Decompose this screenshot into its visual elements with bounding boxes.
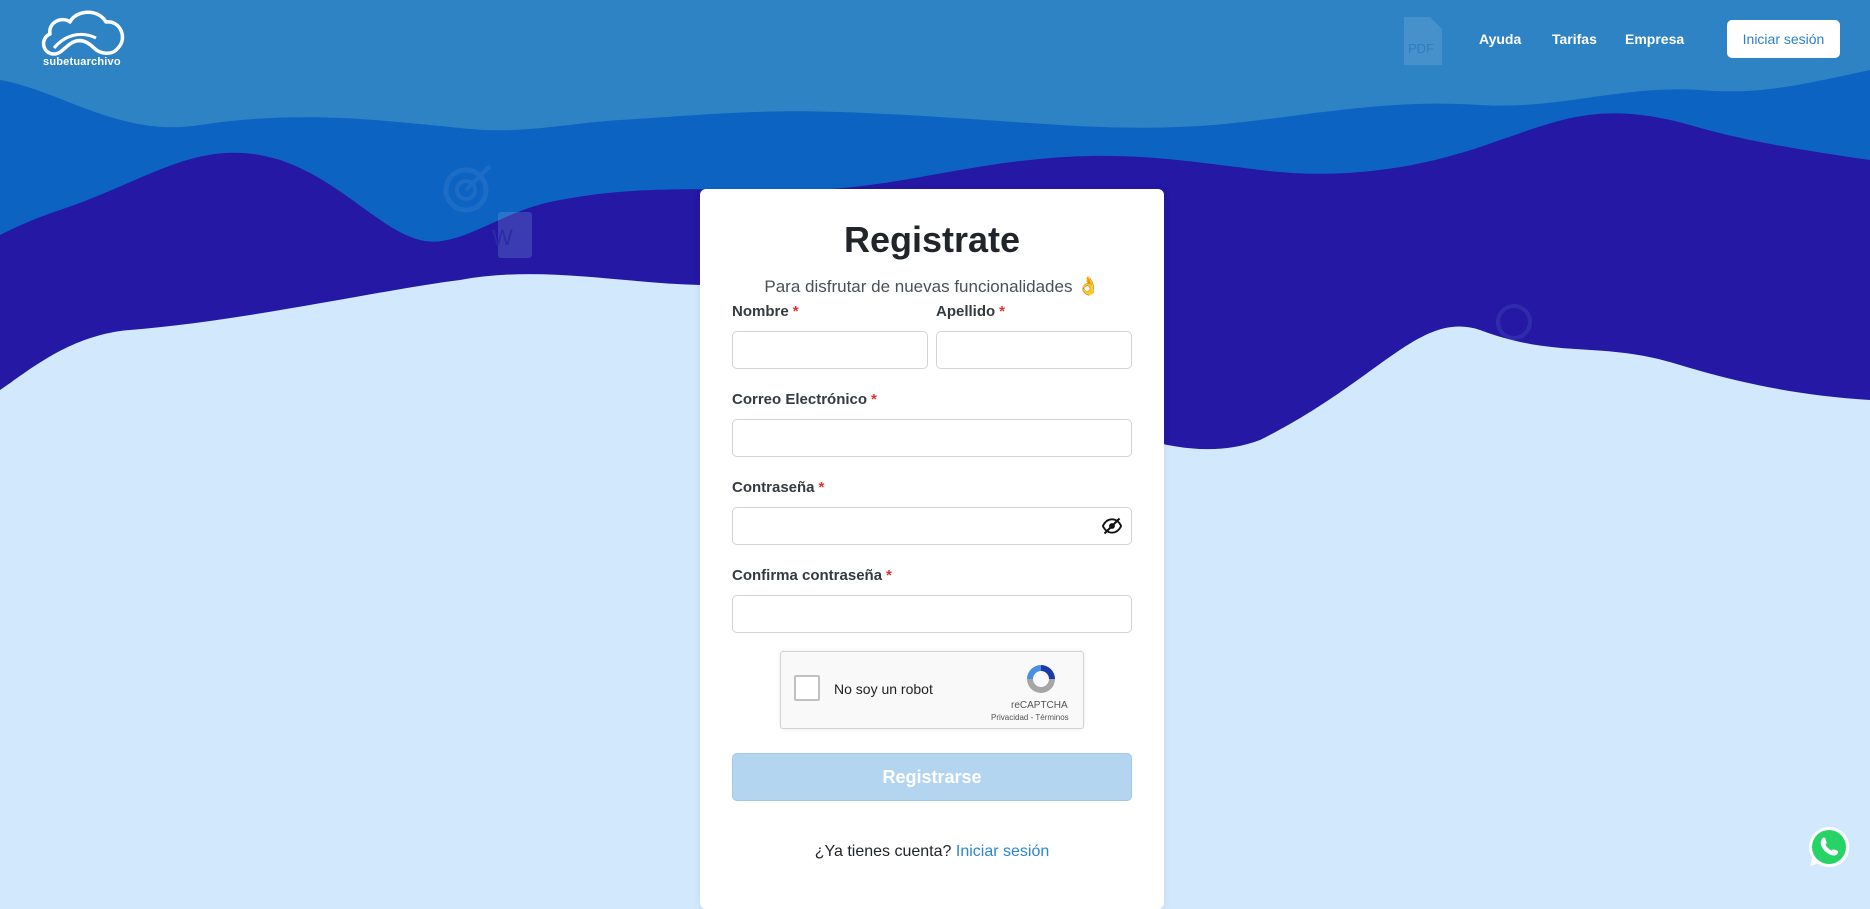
required-mark: * (999, 303, 1006, 320)
register-card: Registrate Para disfrutar de nuevas func… (700, 189, 1164, 909)
correo-label-text: Correo Electrónico (732, 391, 868, 408)
logo-wordmark: subetuarchivo (43, 56, 121, 68)
required-mark: * (792, 303, 799, 320)
ok-hand-icon: 👌 (1077, 276, 1100, 296)
lock-circle-icon (1496, 304, 1532, 340)
password-input[interactable] (732, 507, 1132, 545)
nombre-label-text: Nombre (732, 303, 789, 320)
word-file-icon: W (492, 212, 532, 258)
recaptcha-brand: reCAPTCHA (1011, 700, 1068, 711)
nombre-label: Nombre * (732, 303, 799, 320)
recaptcha-checkbox[interactable] (794, 675, 820, 701)
svg-text:W: W (492, 225, 513, 250)
nombre-input[interactable] (732, 331, 928, 369)
nav-ayuda[interactable]: Ayuda (1479, 31, 1521, 47)
recaptcha-widget: No soy un robot reCAPTCHA Privacidad - T… (780, 651, 1084, 729)
eye-off-icon[interactable] (1102, 516, 1122, 536)
apellido-label: Apellido * (936, 303, 1005, 320)
contrasena-label-text: Contraseña (732, 479, 815, 496)
confirm-password-input[interactable] (732, 595, 1132, 633)
nav-tarifas[interactable]: Tarifas (1552, 31, 1597, 47)
recaptcha-links[interactable]: Privacidad - Términos (991, 713, 1069, 722)
correo-label: Correo Electrónico * (732, 391, 877, 408)
apellido-input[interactable] (936, 331, 1132, 369)
top-navbar: subetuarchivo Ayuda Tarifas Empresa Inic… (0, 0, 1870, 80)
required-mark: * (818, 479, 825, 496)
confirma-label: Confirma contraseña * (732, 567, 892, 584)
recaptcha-logo-icon (1027, 665, 1055, 693)
whatsapp-icon[interactable] (1807, 825, 1851, 869)
page-title: Registrate (843, 219, 1021, 260)
recaptcha-label: No soy un robot (834, 681, 933, 697)
register-button[interactable]: Registrarse (732, 753, 1132, 801)
required-mark: * (886, 567, 892, 584)
email-input[interactable] (732, 419, 1132, 457)
target-gear-icon (443, 164, 492, 213)
nav-empresa[interactable]: Empresa (1625, 31, 1684, 47)
subtitle-text: Para disfrutar de nuevas funcionalidades (764, 277, 1073, 296)
apellido-label-text: Apellido (936, 303, 996, 320)
required-mark: * (871, 391, 877, 408)
login-prompt: ¿Ya tienes cuenta? Iniciar sesión (700, 843, 1164, 861)
confirma-label-text: Confirma contraseña (732, 567, 883, 584)
cloud-logo-icon (41, 10, 125, 56)
header-login-button[interactable]: Iniciar sesión (1727, 20, 1840, 58)
page-subtitle: Para disfrutar de nuevas funcionalidades… (700, 276, 1164, 297)
contrasena-label: Contraseña * (732, 479, 824, 496)
brand-logo[interactable]: subetuarchivo (40, 8, 130, 72)
login-link[interactable]: Iniciar sesión (956, 843, 1049, 860)
account-question: ¿Ya tienes cuenta? (814, 843, 952, 860)
